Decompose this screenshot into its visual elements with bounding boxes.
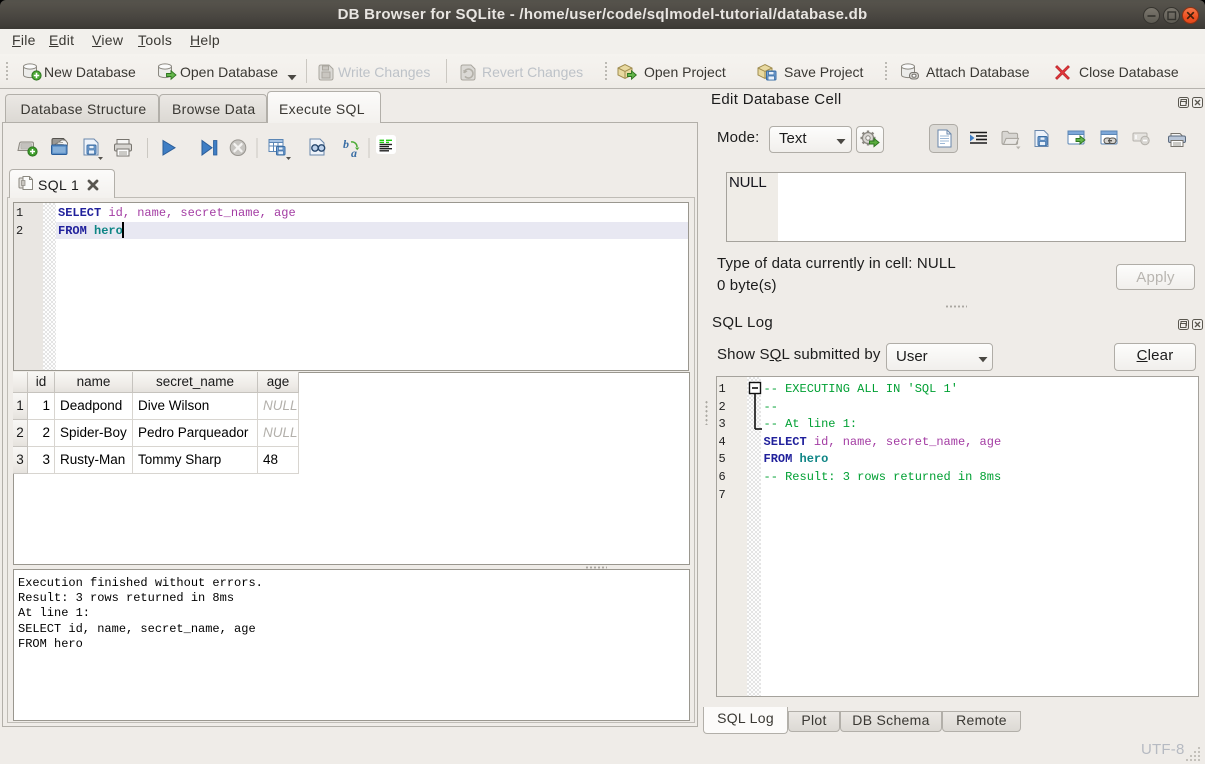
svg-text:b: b bbox=[343, 137, 349, 151]
